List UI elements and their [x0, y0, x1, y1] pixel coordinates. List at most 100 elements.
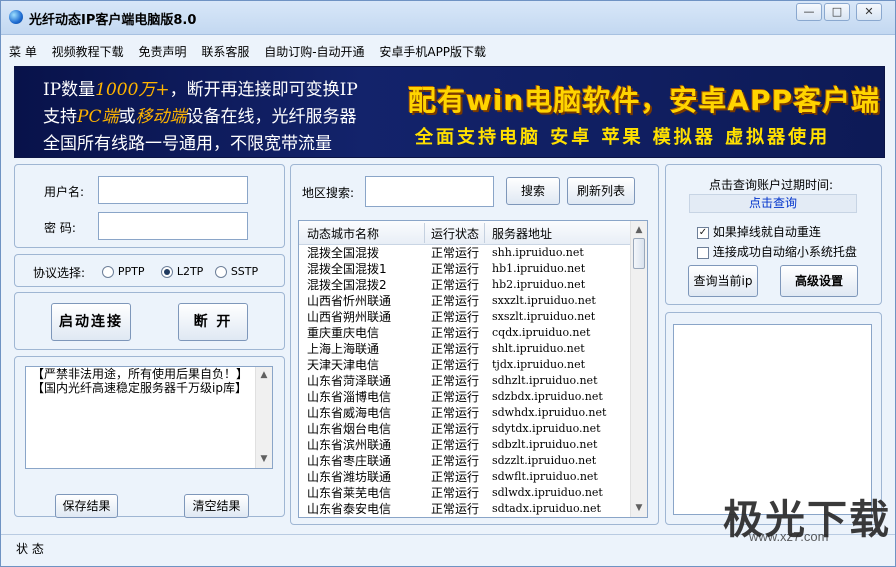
- table-row[interactable]: 山东省淄博电信 正常运行 sdzbdx.ipruiduo.net: [299, 389, 630, 405]
- menu-item-self-order[interactable]: 自助订购-自动开通: [264, 45, 364, 59]
- column-divider[interactable]: [484, 223, 485, 243]
- table-row[interactable]: 山东省枣庄联通 正常运行 sdzzlt.ipruiduo.net: [299, 453, 630, 469]
- cell-address: tjdx.ipruiduo.net: [492, 358, 586, 371]
- table-row[interactable]: 山东省烟台电信 正常运行 sdytdx.ipruiduo.net: [299, 421, 630, 437]
- search-button[interactable]: 搜索: [506, 177, 560, 205]
- cell-status: 正常运行: [431, 486, 480, 500]
- clear-results-button[interactable]: 清空结果: [184, 494, 249, 518]
- connect-button[interactable]: 启动连接: [51, 303, 131, 341]
- protocol-option-pptp[interactable]: PPTP: [102, 264, 144, 278]
- menu-item-android-download[interactable]: 安卓手机APP版下载: [379, 45, 486, 59]
- cell-status: 正常运行: [431, 246, 480, 260]
- table-row[interactable]: 山东省滨州联通 正常运行 sdbzlt.ipruiduo.net: [299, 437, 630, 453]
- region-search-input[interactable]: [365, 176, 494, 207]
- cell-city: 混拨全国混拨1: [307, 262, 387, 276]
- table-row[interactable]: 混拨全国混拨1 正常运行 hb1.ipruiduo.net: [299, 261, 630, 277]
- menu-item-disclaimer[interactable]: 免责声明: [139, 45, 187, 59]
- title-bar: 光纤动态IP客户端电脑版8.0 — □ ✕: [1, 1, 895, 35]
- cell-address: sdzzlt.ipruiduo.net: [492, 454, 597, 467]
- disconnect-button[interactable]: 断 开: [178, 303, 248, 341]
- column-divider[interactable]: [424, 223, 425, 243]
- username-label: 用户名:: [44, 185, 85, 199]
- cell-address: hb1.ipruiduo.net: [492, 262, 586, 275]
- menu-item-main[interactable]: 菜 单: [9, 45, 37, 59]
- table-row[interactable]: 山东省菏泽联通 正常运行 sdhzlt.ipruiduo.net: [299, 373, 630, 389]
- log-content: 【严禁非法用途，所有使用后果自负！】 【国内光纤高速稳定服务器千万级ip库】: [32, 367, 248, 395]
- cell-address: sdtadx.ipruiduo.net: [492, 502, 601, 515]
- refresh-list-button[interactable]: 刷新列表: [567, 177, 635, 205]
- protocol-option-l2tp[interactable]: L2TP: [161, 264, 203, 278]
- protocol-option-sstp[interactable]: SSTP: [215, 264, 258, 278]
- username-input[interactable]: [98, 176, 248, 204]
- cell-status: 正常运行: [431, 326, 480, 340]
- cell-city: 天津天津电信: [307, 358, 380, 372]
- watermark-url: www.xz7.com: [749, 529, 829, 544]
- query-expire-link[interactable]: 点击查询: [689, 194, 857, 213]
- table-row[interactable]: 山东省莱芜电信 正常运行 sdlwdx.ipruiduo.net: [299, 485, 630, 501]
- menu-item-video-tutorial[interactable]: 视频教程下载: [52, 45, 124, 59]
- maximize-button[interactable]: □: [824, 3, 850, 21]
- banner-headline: 配有win电脑软件，安卓APP客户端: [408, 84, 881, 117]
- app-window: 光纤动态IP客户端电脑版8.0 — □ ✕ 菜 单 视频教程下载 免责声明 联系…: [0, 0, 896, 567]
- cell-status: 正常运行: [431, 438, 480, 452]
- column-header-status[interactable]: 运行状态: [431, 225, 479, 242]
- column-header-city[interactable]: 动态城市名称: [307, 225, 379, 242]
- cell-status: 正常运行: [431, 502, 480, 516]
- table-row[interactable]: 上海上海联通 正常运行 shlt.ipruiduo.net: [299, 341, 630, 357]
- cell-status: 正常运行: [431, 278, 480, 292]
- checkbox-icon: [697, 246, 709, 259]
- advanced-settings-button[interactable]: 高级设置: [780, 265, 858, 297]
- scroll-up-icon[interactable]: ▲: [258, 369, 270, 381]
- table-row[interactable]: 山东省泰安电信 正常运行 sdtadx.ipruiduo.net: [299, 501, 630, 517]
- table-row[interactable]: 重庆重庆电信 正常运行 cqdx.ipruiduo.net: [299, 325, 630, 341]
- menu-item-support[interactable]: 联系客服: [201, 45, 249, 59]
- auto-reconnect-checkbox[interactable]: ✓ 如果掉线就自动重连: [697, 223, 821, 240]
- radio-icon: [102, 265, 114, 278]
- scroll-thumb[interactable]: [633, 238, 645, 269]
- cell-city: 山东省莱芜电信: [307, 486, 392, 500]
- log-scrollbar[interactable]: ▲ ▼: [255, 367, 272, 468]
- password-input[interactable]: [98, 212, 248, 240]
- cell-status: 正常运行: [431, 342, 480, 356]
- table-row[interactable]: 混拨全国混拨 正常运行 shh.ipruiduo.net: [299, 245, 630, 261]
- promo-banner[interactable]: IP数量1000万+，断开再连接即可变换IP 支持PC端或移动端设备在线，光纤服…: [14, 66, 885, 158]
- table-body: 混拨全国混拨 正常运行 shh.ipruiduo.net 混拨全国混拨1 正常运行 hb1…: [299, 245, 630, 517]
- window-title: 光纤动态IP客户端电脑版8.0: [29, 13, 197, 28]
- minimize-tray-checkbox[interactable]: 连接成功自动缩小系统托盘: [697, 243, 857, 260]
- cell-address: sdytdx.ipruiduo.net: [492, 422, 601, 435]
- cell-status: 正常运行: [431, 470, 480, 484]
- table-row[interactable]: 天津天津电信 正常运行 tjdx.ipruiduo.net: [299, 357, 630, 373]
- cell-address: shh.ipruiduo.net: [492, 246, 584, 259]
- cell-city: 混拨全国混拨2: [307, 278, 387, 292]
- table-scrollbar[interactable]: ▲ ▼: [630, 221, 647, 517]
- close-button[interactable]: ✕: [856, 3, 882, 21]
- globe-icon: [9, 10, 23, 24]
- query-ip-button[interactable]: 查询当前ip: [688, 265, 758, 297]
- expire-label: 点击查询账户过期时间:: [709, 178, 834, 192]
- radio-selected-icon: [161, 265, 173, 278]
- column-header-address[interactable]: 服务器地址: [492, 225, 552, 242]
- cell-city: 上海上海联通: [307, 342, 380, 356]
- save-results-button[interactable]: 保存结果: [55, 494, 118, 518]
- scroll-down-icon[interactable]: ▼: [633, 502, 645, 514]
- cell-address: sdhzlt.ipruiduo.net: [492, 374, 598, 387]
- table-row[interactable]: 山西省朔州联通 正常运行 sxszlt.ipruiduo.net: [299, 309, 630, 325]
- table-row[interactable]: 山东省威海电信 正常运行 sdwhdx.ipruiduo.net: [299, 405, 630, 421]
- cell-address: hb2.ipruiduo.net: [492, 278, 586, 291]
- banner-subline: 全面支持电脑 安卓 苹果 模拟器 虚拟器使用: [415, 127, 831, 148]
- scroll-down-icon[interactable]: ▼: [258, 453, 270, 465]
- cell-status: 正常运行: [431, 422, 480, 436]
- table-row[interactable]: 山西省忻州联通 正常运行 sxxzlt.ipruiduo.net: [299, 293, 630, 309]
- cell-address: cqdx.ipruiduo.net: [492, 326, 591, 339]
- cell-city: 山东省威海电信: [307, 406, 392, 420]
- log-line: 【严禁非法用途，所有使用后果自负！】: [32, 367, 249, 381]
- banner-line-2: 支持PC端或移动端设备在线，光纤服务器: [43, 107, 357, 127]
- table-row[interactable]: 山东省潍坊联通 正常运行 sdwflt.ipruiduo.net: [299, 469, 630, 485]
- scroll-up-icon[interactable]: ▲: [633, 224, 645, 236]
- cell-city: 山西省朔州联通: [307, 310, 392, 324]
- minimize-button[interactable]: —: [796, 3, 822, 21]
- cell-city: 山东省潍坊联通: [307, 470, 392, 484]
- cell-city: 山东省淄博电信: [307, 390, 392, 404]
- cell-status: 正常运行: [431, 294, 480, 308]
- table-row[interactable]: 混拨全国混拨2 正常运行 hb2.ipruiduo.net: [299, 277, 630, 293]
